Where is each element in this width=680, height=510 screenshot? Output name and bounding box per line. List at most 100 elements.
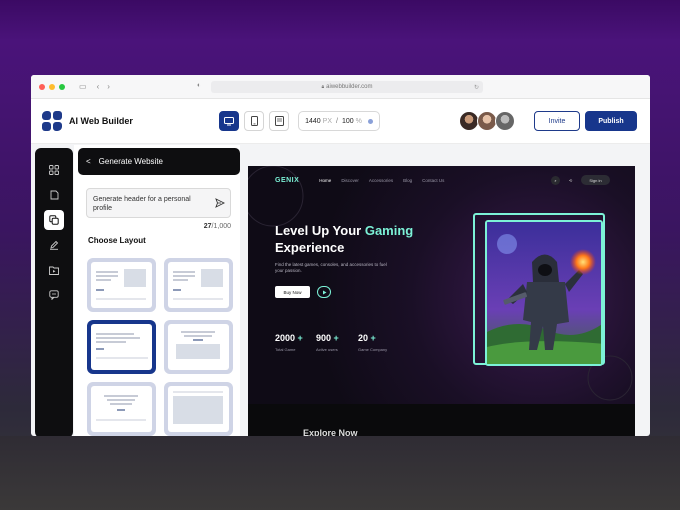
maximize-dot[interactable]	[59, 83, 65, 90]
website-preview[interactable]: GENIX Home Discover Accessories Blog Con…	[248, 166, 635, 436]
stat-number: 2000	[275, 333, 296, 343]
search-icon[interactable]: ⌕	[551, 175, 560, 185]
layers-icon	[49, 215, 59, 225]
stat-game-company: 20 + Game Company	[358, 333, 387, 352]
page-icon	[50, 190, 58, 200]
back-icon[interactable]: ‹	[97, 82, 100, 91]
canvas-width-unit: PX	[322, 117, 333, 125]
preview-nav-blog[interactable]: Blog	[403, 178, 412, 183]
shield-icon[interactable]: ◐	[197, 82, 201, 89]
sidebar-item-grid[interactable]	[44, 160, 64, 180]
invite-button[interactable]: Invite	[534, 111, 580, 131]
prompt-text: Generate header for a personal profile	[93, 196, 191, 212]
zoom-percent-unit: %	[355, 117, 362, 125]
browser-chrome: ▭ ‹ › ◐ 🔒︎ aiwebbuilder.com ↻	[31, 75, 650, 99]
explore-heading: Explore Now	[303, 428, 358, 436]
chevron-left-icon[interactable]: <	[86, 157, 91, 166]
stat-plus: +	[370, 333, 376, 343]
stat-plus: +	[297, 333, 303, 343]
preview-subtext: Find the latest games, consoles, and acc…	[275, 262, 387, 273]
zoom-percent: 100	[341, 117, 354, 125]
device-switcher	[219, 111, 289, 131]
counter-current: 27	[203, 223, 212, 230]
play-icon[interactable]	[317, 286, 331, 298]
browser-window: ▭ ‹ › ◐ 🔒︎ aiwebbuilder.com ↻ AI Web Bui…	[31, 75, 650, 436]
canvas-size-separator: /	[336, 117, 338, 125]
sidebar-item-edit[interactable]	[44, 235, 64, 255]
preview-nav-accessories[interactable]: Accessories	[369, 178, 393, 183]
stat-label: Game Company	[358, 347, 388, 352]
preview-signin-button[interactable]: Sign in	[581, 175, 610, 185]
settings-icon[interactable]: ⟲	[566, 176, 575, 185]
chat-icon	[49, 290, 59, 300]
stat-active-users: 900 + Active users	[316, 333, 339, 352]
avatar[interactable]	[495, 111, 515, 131]
layout-option[interactable]	[164, 382, 233, 436]
avatar[interactable]	[477, 111, 497, 131]
canvas-width: 1440	[305, 117, 321, 125]
zoom-settings-icon[interactable]	[367, 118, 373, 124]
layout-option-selected[interactable]	[87, 320, 156, 374]
generate-panel: < Generate Website Generate header for a…	[74, 145, 240, 436]
mobile-view-button[interactable]	[244, 111, 264, 131]
character-counter: 27/1,000	[74, 223, 231, 230]
address-bar[interactable]: 🔒︎ aiwebbuilder.com ↻	[211, 81, 483, 93]
tool-sidebar	[35, 148, 73, 436]
headline-part-2: Experience	[275, 240, 345, 255]
backdrop-bottom	[0, 436, 680, 510]
lock-icon: 🔒︎	[321, 84, 325, 90]
stat-number: 20	[358, 333, 369, 343]
sidebar-item-pages[interactable]	[44, 185, 64, 205]
tablet-view-button[interactable]	[269, 111, 289, 131]
send-icon[interactable]	[215, 198, 225, 208]
app-brand: AI Web Builder	[69, 116, 133, 126]
layout-option[interactable]	[87, 258, 156, 312]
desktop-view-button[interactable]	[219, 111, 239, 131]
layout-grid	[87, 258, 233, 436]
url-text: aiwebbuilder.com	[326, 84, 373, 90]
headline-accent: Gaming	[364, 223, 414, 238]
publish-button[interactable]: Publish	[585, 111, 637, 131]
tablet-icon	[274, 116, 284, 126]
edit-icon	[50, 240, 59, 250]
window-controls	[35, 83, 65, 90]
logo-icon	[42, 111, 62, 131]
grid-icon	[49, 165, 59, 175]
preview-nav-home[interactable]: Home	[319, 178, 331, 183]
preview-nav-links: Home Discover Accessories Blog Contact U…	[319, 178, 444, 183]
mobile-icon	[250, 116, 258, 126]
hero-section: GENIX Home Discover Accessories Blog Con…	[248, 166, 635, 404]
avatar[interactable]	[459, 111, 479, 131]
preview-buy-button[interactable]: Buy Now	[275, 286, 310, 298]
stat-total-game: 2000 + Total Game	[275, 333, 303, 352]
reload-icon[interactable]: ↻	[474, 84, 479, 91]
minimize-dot[interactable]	[49, 83, 55, 90]
panel-header[interactable]: < Generate Website	[78, 148, 240, 175]
media-icon	[49, 266, 59, 275]
sidebar-item-chat[interactable]	[44, 285, 64, 305]
sidebar-item-layers[interactable]	[44, 210, 64, 230]
preview-brand[interactable]: GENIX	[275, 177, 299, 184]
stat-plus: +	[333, 333, 339, 343]
layout-option[interactable]	[87, 382, 156, 436]
app-header: AI Web Builder 1440 PX / 100 % Invite Pu…	[31, 99, 650, 144]
canvas-size-control[interactable]: 1440 PX / 100 %	[298, 111, 380, 131]
prompt-input[interactable]: Generate header for a personal profile	[86, 188, 231, 218]
panel-title: Generate Website	[98, 157, 164, 166]
stat-label: Active users	[316, 347, 338, 352]
sidebar-toggle-icon[interactable]: ▭	[79, 82, 87, 91]
desktop-icon	[224, 116, 234, 125]
preview-navbar: GENIX Home Discover Accessories Blog Con…	[275, 175, 610, 185]
hero-game-character-image	[485, 220, 603, 366]
preview-nav-discover[interactable]: Discover	[341, 178, 359, 183]
layout-option[interactable]	[164, 320, 233, 374]
preview-headline: Level Up Your Gaming Experience	[275, 222, 413, 256]
layout-heading: Choose Layout	[88, 236, 146, 245]
preview-nav-actions: ⌕ ⟲ Sign in	[551, 175, 610, 185]
collaborator-avatars	[459, 111, 515, 131]
sidebar-item-media[interactable]	[44, 260, 64, 280]
close-dot[interactable]	[39, 83, 45, 90]
forward-icon[interactable]: ›	[107, 82, 110, 91]
preview-nav-contact[interactable]: Contact Us	[422, 178, 444, 183]
layout-option[interactable]	[164, 258, 233, 312]
